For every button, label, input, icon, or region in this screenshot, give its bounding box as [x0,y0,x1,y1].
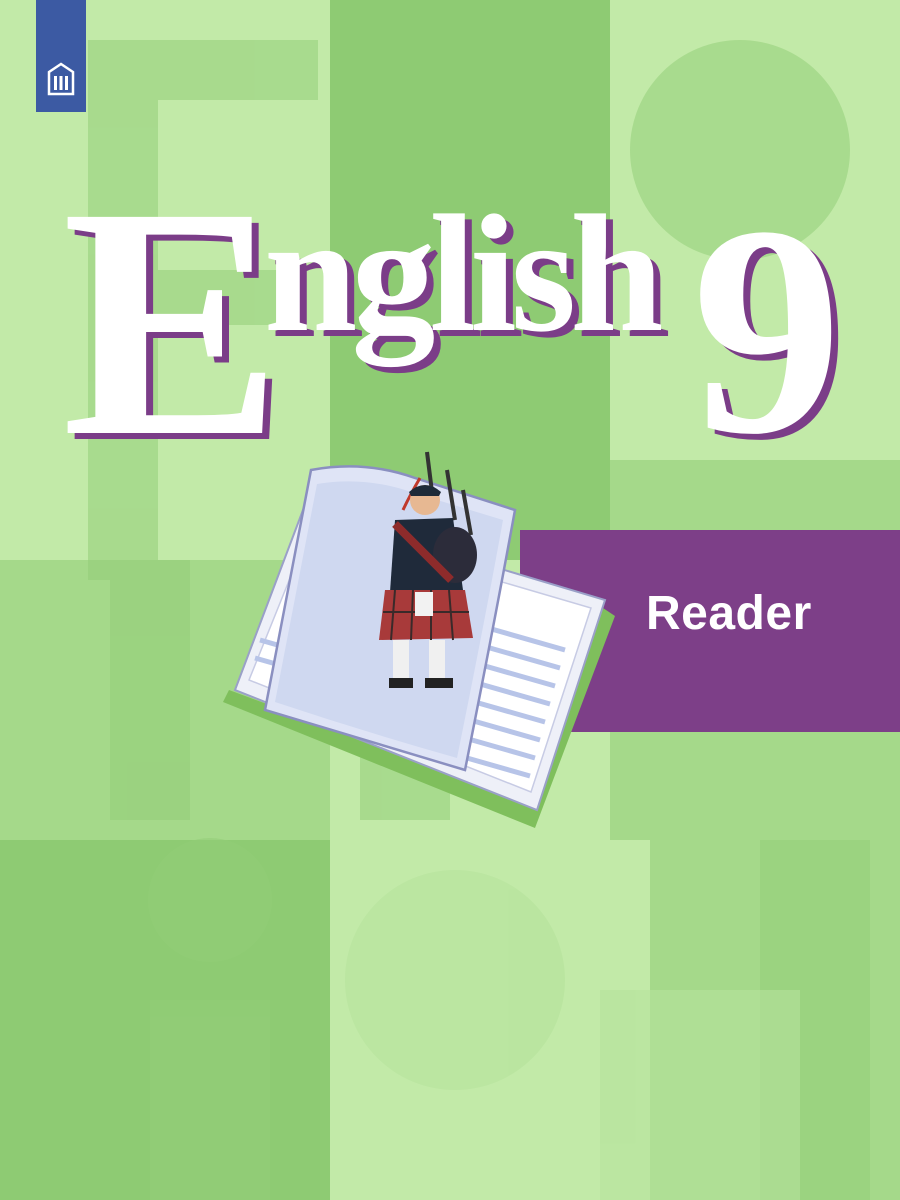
publisher-logo-icon [47,62,75,96]
title-initial: E [62,140,282,505]
cover-title: E nglish 9 [62,120,862,488]
publisher-logo [36,0,86,112]
subtitle-label: Reader [646,587,812,640]
grade-number: 9 [692,164,842,496]
open-book-illustration [223,451,615,828]
book-cover: E nglish 9 Reader [0,0,900,1200]
title-word: nglish [264,181,664,367]
